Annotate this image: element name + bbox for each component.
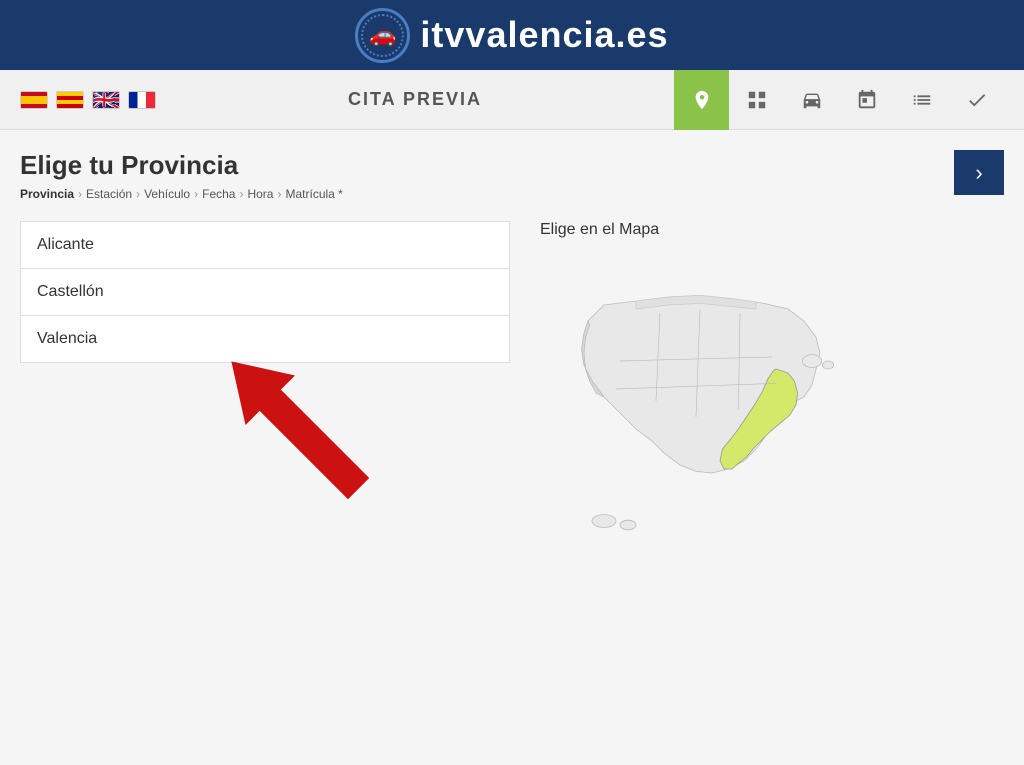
nav-location-button[interactable] <box>674 70 729 130</box>
sep5: › <box>277 187 281 201</box>
nav-grid-button[interactable] <box>729 70 784 130</box>
check-icon <box>966 89 988 111</box>
main-navbar: CITA PREVIA <box>0 70 1024 130</box>
province-list: Alicante Castellón Valencia <box>20 221 510 571</box>
breadcrumb-fecha: Fecha <box>202 187 235 201</box>
calendar-icon <box>856 89 878 111</box>
map-title: Elige en el Mapa <box>540 221 1004 239</box>
flag-spanish[interactable] <box>20 91 48 109</box>
breadcrumb-hora: Hora <box>247 187 273 201</box>
province-castellon[interactable]: Castellón <box>20 268 510 315</box>
flag-french[interactable] <box>128 91 156 109</box>
car-icon <box>800 89 824 111</box>
province-alicante[interactable]: Alicante <box>20 221 510 268</box>
logo-car-icon: 🚗 <box>369 22 396 48</box>
list-icon <box>911 89 933 111</box>
next-button[interactable]: › <box>954 150 1004 195</box>
site-header: 🚗 itvvalencia.es <box>0 0 1024 70</box>
sep3: › <box>194 187 198 201</box>
sep2: › <box>136 187 140 201</box>
breadcrumb-matricula: Matrícula * <box>285 187 342 201</box>
content-area: Alicante Castellón Valencia Elige en el … <box>20 221 1004 571</box>
page-header: Elige tu Provincia Provincia › Estación … <box>20 150 1004 201</box>
site-title: itvvalencia.es <box>420 14 668 56</box>
spain-map[interactable] <box>540 251 860 551</box>
logo-circle: 🚗 <box>355 8 410 63</box>
flag-valencian[interactable] <box>56 91 84 109</box>
language-flags <box>20 91 156 109</box>
nav-calendar-button[interactable] <box>839 70 894 130</box>
breadcrumb: Provincia › Estación › Vehículo › Fecha … <box>20 187 343 201</box>
breadcrumb-vehiculo: Vehículo <box>144 187 190 201</box>
map-area: Elige en el Mapa <box>540 221 1004 571</box>
sep4: › <box>239 187 243 201</box>
main-content: Elige tu Provincia Provincia › Estación … <box>0 130 1024 591</box>
location-icon <box>691 89 713 111</box>
grid-icon <box>746 89 768 111</box>
province-valencia[interactable]: Valencia <box>20 315 510 363</box>
uk-flag-svg <box>93 91 119 109</box>
map-container <box>540 251 880 571</box>
breadcrumb-provincia: Provincia <box>20 187 74 201</box>
nav-icon-group <box>674 70 1004 130</box>
navbar-title: CITA PREVIA <box>156 89 674 110</box>
page-title-area: Elige tu Provincia Provincia › Estación … <box>20 150 343 201</box>
page-title: Elige tu Provincia <box>20 150 343 181</box>
flag-english[interactable] <box>92 91 120 109</box>
nav-list-button[interactable] <box>894 70 949 130</box>
logo-area: 🚗 itvvalencia.es <box>355 8 668 63</box>
nav-check-button[interactable] <box>949 70 1004 130</box>
nav-car-button[interactable] <box>784 70 839 130</box>
sep1: › <box>78 187 82 201</box>
breadcrumb-estacion: Estación <box>86 187 132 201</box>
